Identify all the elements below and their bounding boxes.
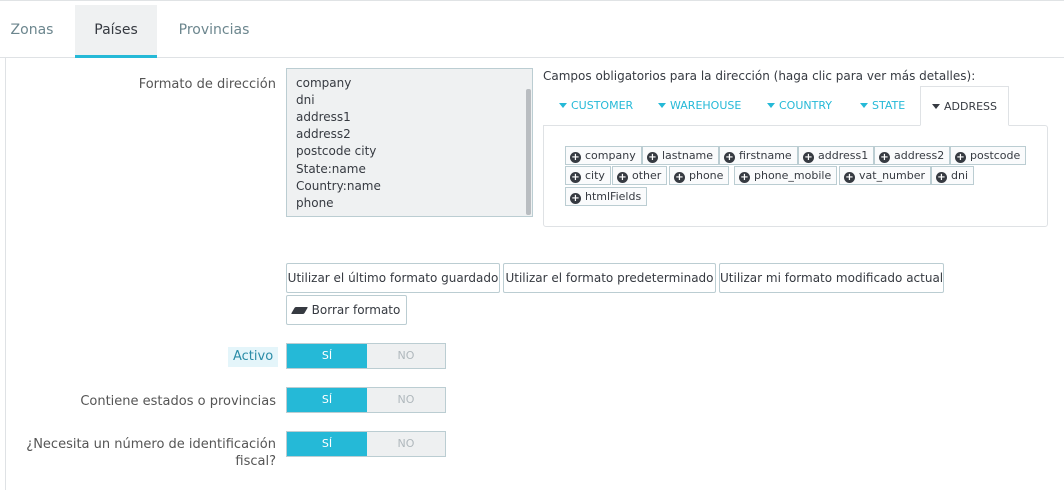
plus-circle-icon: +	[570, 193, 581, 204]
chip-label: dni	[951, 169, 969, 182]
field-chip-postcode[interactable]: + postcode	[950, 146, 1027, 165]
field-chip-company[interactable]: + company	[565, 146, 642, 165]
active-label: Activo	[228, 347, 279, 367]
eraser-icon	[290, 307, 308, 314]
plus-circle-icon: +	[724, 152, 735, 163]
contains-states-yes[interactable]: SÍ	[287, 388, 367, 412]
tab-paises[interactable]: Países	[75, 5, 157, 58]
plus-circle-icon: +	[739, 172, 750, 183]
format-line: company	[296, 76, 352, 90]
caret-down-icon	[931, 104, 940, 109]
format-line: State:name	[296, 162, 366, 176]
field-chip-phone[interactable]: + phone	[669, 166, 730, 185]
chip-label: address1	[818, 149, 869, 162]
tabs-bar: Zonas Países Provincias	[0, 5, 1064, 58]
address-format-textarea[interactable]: company dni address1 address2 postcode c…	[286, 68, 533, 217]
clear-format-label: Borrar formato	[311, 303, 401, 317]
textarea-scrollbar[interactable]	[526, 89, 531, 215]
subtab-label: COUNTRY	[779, 99, 832, 112]
subtab-address[interactable]: ADDRESS	[920, 86, 1009, 126]
chip-label: phone	[689, 169, 724, 182]
format-line: address1	[296, 110, 351, 124]
active-no[interactable]: NO	[367, 344, 445, 368]
subtab-customer[interactable]: CUSTOMER	[559, 86, 633, 126]
use-last-saved-format-button[interactable]: Utilizar el último formato guardado	[286, 263, 500, 293]
chip-label: firstname	[739, 149, 792, 162]
chip-label: address2	[894, 149, 945, 162]
subtab-country[interactable]: COUNTRY	[767, 86, 832, 126]
chip-label: htmlFields	[585, 190, 642, 203]
plus-circle-icon: +	[617, 172, 628, 183]
subtab-label: WAREHOUSE	[670, 99, 742, 112]
chip-label: phone_mobile	[754, 169, 832, 182]
use-current-format-button[interactable]: Utilizar mi formato modificado actual	[719, 263, 944, 293]
needs-id-number-label: ¿Necesita un número de identificación fi…	[20, 437, 276, 469]
field-chip-htmlfields[interactable]: + htmlFields	[565, 187, 648, 206]
plus-circle-icon: +	[674, 172, 685, 183]
subtab-warehouse[interactable]: WAREHOUSE	[658, 86, 741, 126]
field-chip-phone-mobile[interactable]: + phone_mobile	[734, 166, 838, 185]
plus-circle-icon: +	[936, 172, 947, 183]
caret-down-icon	[767, 103, 775, 108]
address-format-label: Formato de dirección	[138, 77, 276, 92]
field-chip-address1[interactable]: + address1	[798, 146, 875, 165]
tab-zonas[interactable]: Zonas	[0, 5, 64, 58]
format-line: dni	[296, 93, 315, 107]
format-line: address2	[296, 127, 351, 141]
chip-label: city	[585, 169, 605, 182]
contains-states-label: Contiene estados o provincias	[80, 394, 276, 409]
field-chip-dni[interactable]: + dni	[931, 166, 975, 185]
chip-label: postcode	[970, 149, 1021, 162]
plus-circle-icon: +	[803, 152, 814, 163]
tab-provincias[interactable]: Provincias	[168, 5, 260, 58]
plus-circle-icon: +	[570, 172, 581, 183]
needs-id-number-label-line1: ¿Necesita un número de identificación	[26, 437, 276, 452]
chip-label: vat_number	[859, 169, 925, 182]
panel-border	[5, 58, 6, 490]
field-chip-other[interactable]: + other	[612, 166, 668, 185]
active-yes[interactable]: SÍ	[287, 344, 367, 368]
needs-id-number-label-line2: fiscal?	[235, 454, 276, 469]
format-line: Country:name	[296, 179, 381, 193]
needs-id-number-yes[interactable]: SÍ	[287, 432, 367, 456]
plus-circle-icon: +	[955, 152, 966, 163]
active-switch[interactable]: SÍ NO	[286, 343, 446, 369]
format-line: postcode city	[296, 144, 377, 158]
field-chip-lastname[interactable]: + lastname	[642, 146, 720, 165]
plus-circle-icon: +	[647, 152, 658, 163]
field-chip-address2[interactable]: + address2	[874, 146, 951, 165]
format-line: phone	[296, 196, 334, 210]
plus-circle-icon: +	[879, 152, 890, 163]
plus-circle-icon: +	[844, 172, 855, 183]
contains-states-switch[interactable]: SÍ NO	[286, 387, 446, 413]
use-default-format-button[interactable]: Utilizar el formato predeterminado	[503, 263, 716, 293]
chip-label: company	[585, 149, 636, 162]
needs-id-number-switch[interactable]: SÍ NO	[286, 431, 446, 457]
subtab-label: ADDRESS	[943, 100, 998, 113]
chip-label: lastname	[662, 149, 714, 162]
field-chip-city[interactable]: + city	[565, 166, 611, 185]
contains-states-no[interactable]: NO	[367, 388, 445, 412]
subtab-label: STATE	[872, 99, 906, 112]
caret-down-icon	[658, 103, 666, 108]
caret-down-icon	[559, 103, 567, 108]
plus-circle-icon: +	[570, 152, 581, 163]
clear-format-button[interactable]: Borrar formato	[286, 295, 407, 325]
field-chip-vat-number[interactable]: + vat_number	[839, 166, 931, 185]
required-fields-title: Campos obligatorios para la dirección (h…	[543, 69, 976, 83]
subtab-label: CUSTOMER	[571, 99, 634, 112]
chip-label: other	[632, 169, 662, 182]
needs-id-number-no[interactable]: NO	[367, 432, 445, 456]
caret-down-icon	[860, 103, 868, 108]
field-chip-firstname[interactable]: + firstname	[719, 146, 798, 165]
subtab-state[interactable]: STATE	[860, 86, 905, 126]
